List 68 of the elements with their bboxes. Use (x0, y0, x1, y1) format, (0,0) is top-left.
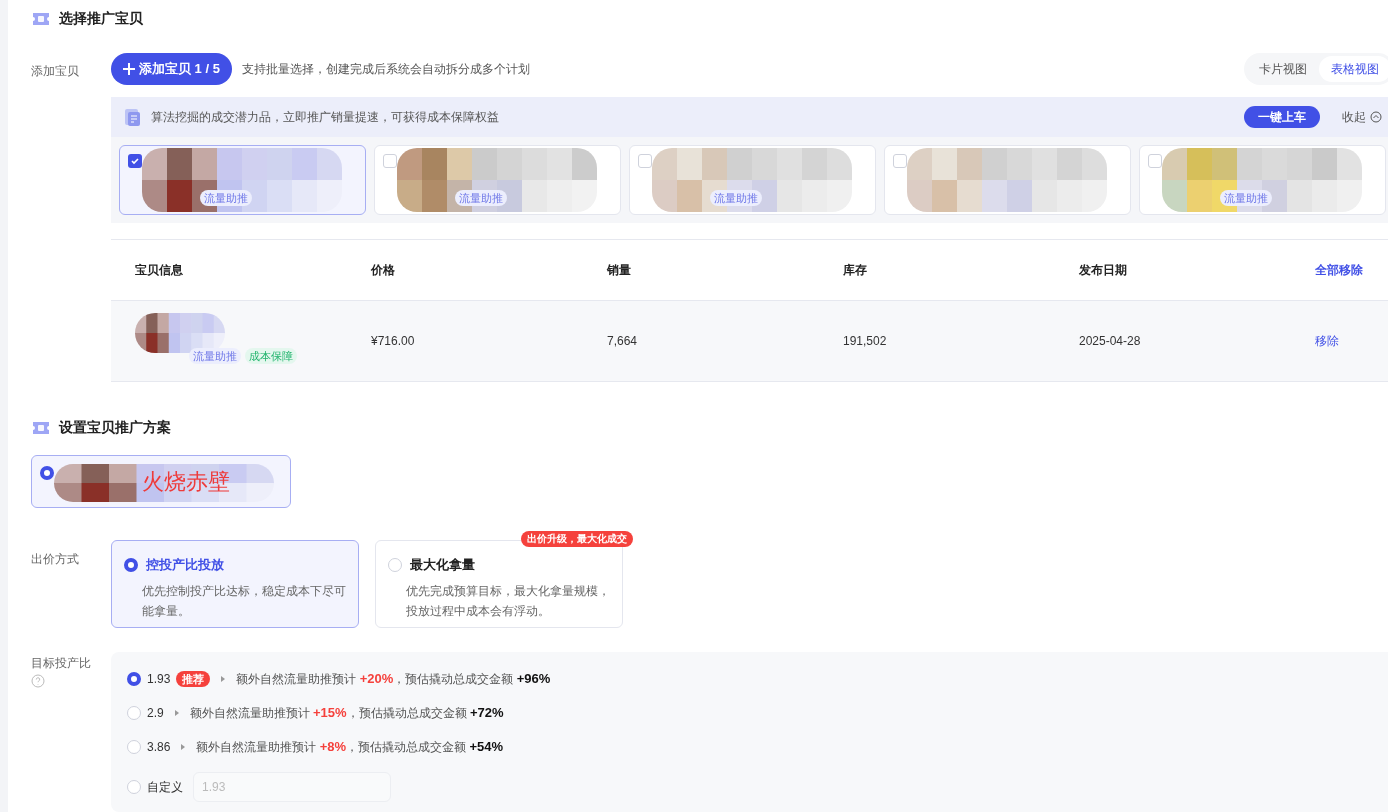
checkbox[interactable] (638, 154, 652, 168)
field-label: 出价方式 (31, 551, 80, 568)
option-label: 自定义 (147, 779, 183, 796)
tag: 流量助推 (710, 190, 762, 206)
checkbox[interactable] (893, 154, 907, 168)
tag: 成本保障 (245, 348, 297, 364)
tag: 流量助推 (455, 190, 507, 206)
caret-icon (220, 675, 227, 683)
table-cell-text: 2025-04-28 (1079, 333, 1142, 350)
radio-button[interactable] (127, 672, 141, 686)
remove-all-link[interactable]: 全部移除 (1315, 261, 1363, 279)
collapse-link[interactable]: 收起 (1342, 108, 1382, 126)
column-header: 价格 (371, 262, 396, 279)
estimate-text: 额外自然流量助推预计 +15%，预估撬动总成交金额 +72% (189, 704, 504, 723)
roi-value: 3.86 (147, 739, 171, 756)
estimate-text: 额外自然流量助推预计 +8%，预估撬动总成交金额 +54% (196, 738, 504, 757)
tag: 流量助推 (1220, 190, 1272, 206)
option-title: 最大化拿量 (410, 556, 475, 574)
document-icon (123, 107, 143, 127)
section-title: 选择推广宝贝 (59, 9, 143, 28)
column-header: 销量 (607, 262, 632, 279)
checkbox[interactable] (128, 154, 142, 168)
caret-icon (180, 743, 187, 751)
product-card[interactable]: 流量助推 (629, 145, 876, 215)
badge: 推荐 (176, 671, 211, 687)
checkbox[interactable] (383, 154, 397, 168)
bid-option-card[interactable]: 控投产比投放 优先控制投产比达标，稳定成本下尽可能拿量。 (111, 540, 359, 628)
field-label: 添加宝贝 (31, 63, 80, 80)
ticket-icon (31, 10, 51, 27)
overlay-text: 火烧赤壁 (142, 468, 230, 497)
add-item-button[interactable]: 添加宝贝 1 / 5 (111, 53, 232, 85)
option-title: 控投产比投放 (146, 556, 224, 574)
radio-button[interactable] (124, 557, 138, 572)
table-cell-text: 191,502 (843, 333, 888, 350)
tag: 流量助推 (200, 190, 252, 206)
plus-icon (123, 63, 135, 75)
field-label: 目标投产比 (31, 655, 92, 672)
option-description: 优先控制投产比达标，稳定成本下尽可能拿量。 (141, 582, 346, 620)
view-tab[interactable]: 卡片视图 (1247, 56, 1319, 82)
table-cell-text: 7,664 (607, 333, 639, 350)
recommend-text: 算法挖掘的成交潜力品，立即推广销量提速，可获得成本保障权益 (151, 109, 499, 126)
remove-link[interactable]: 移除 (1315, 332, 1339, 350)
product-card[interactable]: 流量助推 (374, 145, 621, 215)
product-card[interactable]: 流量助推 (1139, 145, 1386, 215)
product-card[interactable] (884, 145, 1131, 215)
caret-icon (173, 709, 180, 717)
column-header: 库存 (843, 262, 868, 279)
estimate-text: 额外自然流量助推预计 +20%，预估撬动总成交金额 +96% (236, 670, 551, 689)
column-header: 宝贝信息 (134, 262, 184, 279)
radio-button[interactable] (40, 466, 54, 481)
ticket-icon (31, 419, 51, 436)
tag: 流量助推 (189, 348, 241, 364)
check-icon (130, 156, 140, 166)
roi-value: 1.93 (147, 671, 171, 688)
hint-text: 支持批量选择，创建完成后系统会自动拆分成多个计划 (241, 61, 530, 78)
option-description: 优先完成预算目标，最大化拿量规模，投放过程中成本会有浮动。 (405, 582, 610, 620)
help-icon[interactable] (31, 674, 45, 688)
badge: 出价升级，最大化成交 (521, 531, 633, 547)
column-header: 发布日期 (1079, 262, 1128, 279)
table-cell-text: ¥716.00 (371, 333, 416, 350)
checkbox[interactable] (1148, 154, 1162, 168)
one-click-add-button[interactable]: 一键上车 (1244, 106, 1320, 128)
chevron-up-icon (1370, 111, 1382, 123)
view-tab[interactable]: 表格视图 (1319, 56, 1388, 82)
product-card[interactable]: 流量助推 (119, 145, 366, 215)
roi-value: 2.9 (147, 705, 164, 722)
section-title: 设置宝贝推广方案 (59, 418, 171, 438)
input-field[interactable]: 1.93 (193, 772, 391, 802)
